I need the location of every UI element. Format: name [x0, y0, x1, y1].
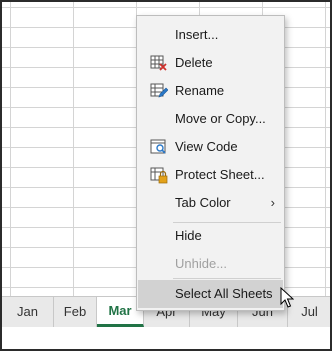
- menu-item-label: Rename: [175, 83, 225, 98]
- submenu-chevron-icon: ›: [270, 195, 275, 210]
- sheet-tab-feb[interactable]: Feb: [54, 297, 97, 327]
- menu-separator: [173, 278, 281, 279]
- menu-item-protect-sheet[interactable]: Protect Sheet...: [138, 161, 283, 189]
- menu-item-unhide: Unhide...: [138, 250, 283, 278]
- delete-sheet-icon: [150, 55, 167, 71]
- menu-item-label: View Code: [175, 139, 238, 154]
- menu-item-hide[interactable]: Hide: [138, 222, 283, 250]
- menu-item-label: Tab Color: [175, 195, 231, 210]
- menu-item-view-code[interactable]: View Code: [138, 133, 283, 161]
- menu-item-label: Select All Sheets: [175, 286, 273, 301]
- menu-item-label: Hide: [175, 228, 202, 243]
- sheet-tab-jul[interactable]: Jul: [288, 297, 330, 327]
- sheet-context-menu: Insert... Delete Rename Move or Copy...: [136, 15, 285, 311]
- menu-item-label: Move or Copy...: [175, 111, 266, 126]
- menu-item-label: Protect Sheet...: [175, 167, 265, 182]
- protect-sheet-icon: [150, 167, 168, 184]
- sheet-tab-jan[interactable]: Jan: [2, 297, 54, 327]
- rename-sheet-icon: [150, 83, 168, 98]
- menu-item-insert[interactable]: Insert...: [138, 21, 283, 49]
- menu-item-tab-color[interactable]: Tab Color ›: [138, 189, 283, 217]
- menu-item-rename[interactable]: Rename: [138, 77, 283, 105]
- menu-item-move-or-copy[interactable]: Move or Copy...: [138, 105, 283, 133]
- menu-item-delete[interactable]: Delete: [138, 49, 283, 77]
- menu-item-label: Insert...: [175, 27, 219, 42]
- menu-item-select-all-sheets[interactable]: Select All Sheets: [138, 280, 283, 308]
- view-code-icon: [150, 139, 166, 154]
- mouse-pointer-icon: [280, 287, 294, 308]
- menu-item-label: Delete: [175, 55, 213, 70]
- menu-item-label: Unhide...: [175, 256, 228, 271]
- status-area: [2, 327, 330, 349]
